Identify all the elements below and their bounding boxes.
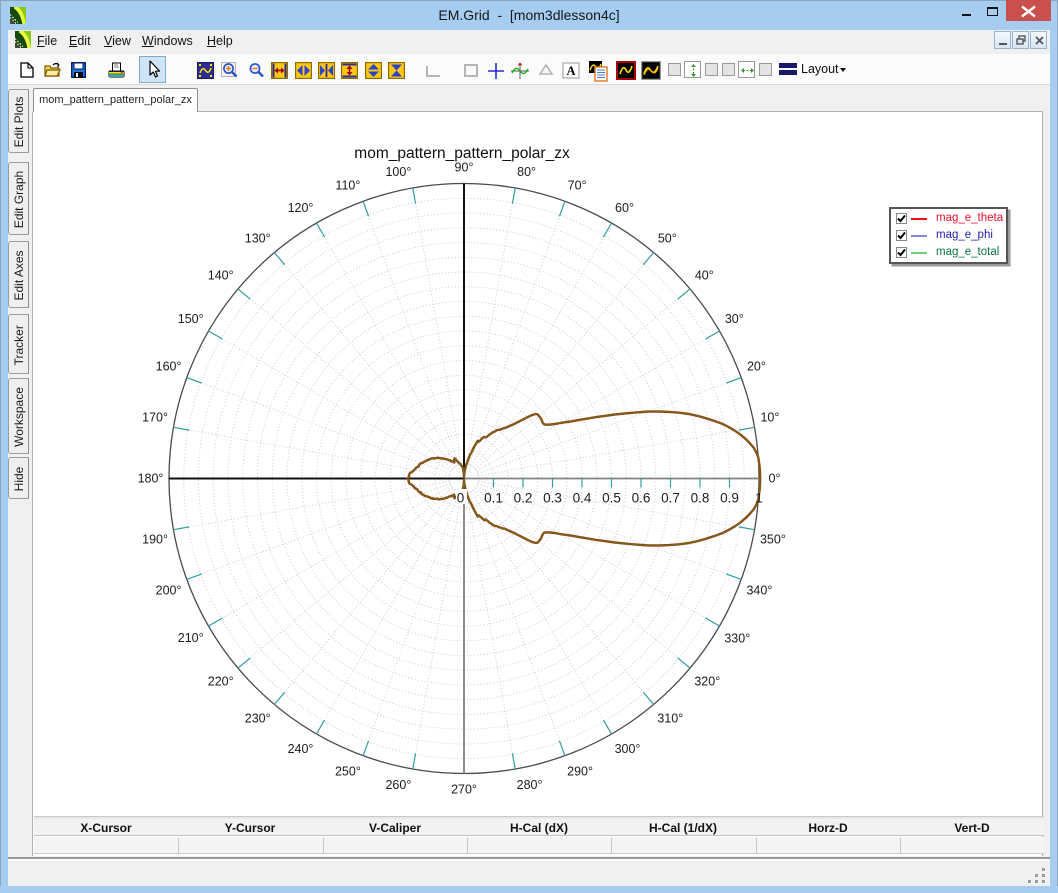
svg-text:1: 1	[755, 491, 763, 506]
svg-text:0.7: 0.7	[661, 491, 680, 506]
svg-text:A: A	[566, 64, 575, 78]
svg-text:190°: 190°	[142, 533, 168, 547]
svg-text:130°: 130°	[245, 231, 271, 245]
svg-text:300°: 300°	[615, 742, 641, 756]
svg-text:180°: 180°	[138, 472, 164, 486]
svg-text:20°: 20°	[747, 360, 766, 374]
svg-text:0.6: 0.6	[632, 491, 651, 506]
svg-text:mom_pattern_pattern_polar_zx: mom_pattern_pattern_polar_zx	[354, 145, 570, 162]
svg-text:290°: 290°	[567, 764, 593, 778]
svg-text:110°: 110°	[335, 179, 360, 193]
svg-text:240°: 240°	[288, 742, 314, 756]
svg-text:0°: 0°	[769, 472, 781, 486]
svg-text:320°: 320°	[694, 674, 720, 688]
svg-text:220°: 220°	[208, 674, 234, 688]
svg-text:0.8: 0.8	[691, 491, 710, 506]
svg-text:100°: 100°	[385, 165, 411, 179]
svg-text:90°: 90°	[455, 161, 474, 175]
svg-text:50°: 50°	[658, 231, 677, 245]
svg-text:70°: 70°	[568, 179, 587, 193]
svg-text:250°: 250°	[335, 764, 361, 778]
svg-text:350°: 350°	[760, 533, 786, 547]
svg-text:10°: 10°	[760, 411, 779, 425]
svg-text:0: 0	[457, 491, 465, 506]
svg-text:0.5: 0.5	[602, 491, 621, 506]
svg-text:0.2: 0.2	[514, 491, 533, 506]
svg-text:60°: 60°	[615, 201, 634, 215]
svg-text:0.9: 0.9	[720, 491, 739, 506]
svg-text:40°: 40°	[695, 269, 714, 283]
svg-text:0.4: 0.4	[573, 491, 592, 506]
svg-text:270°: 270°	[451, 783, 477, 797]
svg-text:0.3: 0.3	[543, 491, 562, 506]
svg-text:210°: 210°	[178, 631, 204, 645]
svg-text:160°: 160°	[156, 360, 182, 374]
svg-text:150°: 150°	[178, 312, 204, 326]
svg-text:80°: 80°	[517, 165, 536, 179]
svg-text:140°: 140°	[208, 269, 234, 283]
svg-text:230°: 230°	[245, 712, 271, 726]
svg-text:0.1: 0.1	[484, 491, 503, 506]
svg-text:170°: 170°	[142, 411, 168, 425]
svg-text:310°: 310°	[657, 712, 683, 726]
svg-text:280°: 280°	[517, 778, 543, 792]
svg-text:340°: 340°	[746, 584, 772, 598]
svg-text:30°: 30°	[725, 312, 744, 326]
svg-text:330°: 330°	[724, 631, 750, 645]
svg-text:120°: 120°	[288, 201, 314, 215]
svg-text:200°: 200°	[156, 584, 182, 598]
svg-text:260°: 260°	[385, 778, 411, 792]
